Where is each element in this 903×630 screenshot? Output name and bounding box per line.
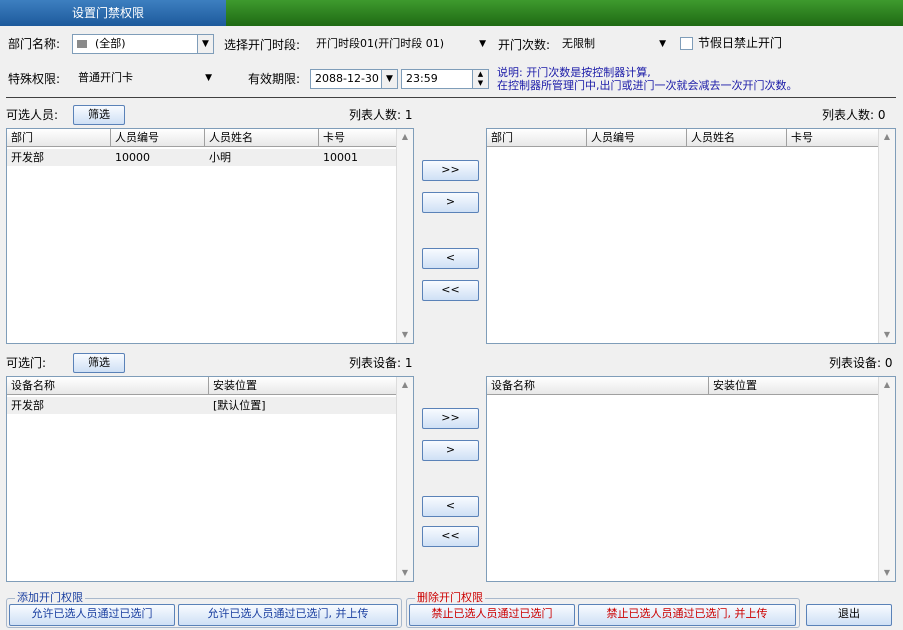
- chevron-down-icon[interactable]: ▼: [479, 32, 486, 56]
- expire-time-spinner[interactable]: 23:59 ▲ ▼: [401, 69, 489, 89]
- scroll-up-icon[interactable]: ▲: [397, 129, 413, 145]
- left-door-count: 列表设备: 1: [349, 356, 413, 370]
- dept-select[interactable]: (全部) ▼: [72, 34, 214, 54]
- special-value: 普通开门卡: [78, 71, 133, 84]
- door-move-all-left-button[interactable]: <<: [422, 526, 479, 547]
- col-location[interactable]: 安装位置: [209, 377, 397, 395]
- allow-upload-button[interactable]: 允许已选人员通过已选门, 并上传: [178, 604, 398, 626]
- add-group-title: 添加开门权限: [15, 591, 85, 605]
- move-all-left-button[interactable]: <<: [422, 280, 479, 301]
- del-group-title: 删除开门权限: [415, 591, 485, 605]
- folder-icon: [77, 40, 87, 48]
- people-target-list[interactable]: 部门 人员编号 人员姓名 卡号 ▲ ▼: [486, 128, 896, 344]
- door-move-all-right-button[interactable]: >>: [422, 408, 479, 429]
- chevron-down-icon[interactable]: ▼: [659, 32, 666, 56]
- table-row[interactable]: 开发部 10000 小明 10001: [7, 149, 397, 166]
- exit-button[interactable]: 退出: [806, 604, 892, 626]
- scroll-up-icon[interactable]: ▲: [879, 129, 895, 145]
- timeseg-label: 选择开门时段:: [224, 38, 301, 52]
- expire-label: 有效期限:: [248, 72, 301, 86]
- vertical-scrollbar[interactable]: ▲ ▼: [878, 377, 895, 581]
- col-emp-name[interactable]: 人员姓名: [205, 129, 319, 147]
- col-device-name[interactable]: 设备名称: [487, 377, 709, 395]
- people-source-list[interactable]: 部门 人员编号 人员姓名 卡号 开发部 10000 小明 10001 ▲ ▼: [6, 128, 414, 344]
- col-emp-no[interactable]: 人员编号: [587, 129, 687, 147]
- times-label: 开门次数:: [498, 38, 551, 52]
- col-emp-name[interactable]: 人员姓名: [687, 129, 787, 147]
- expire-time: 23:59: [406, 72, 438, 85]
- door-move-one-right-button[interactable]: >: [422, 440, 479, 461]
- deny-button[interactable]: 禁止已选人员通过已选门: [409, 604, 575, 626]
- expire-date-picker[interactable]: 2088-12-30 ▼: [310, 69, 398, 89]
- cell-dept: 开发部: [11, 151, 44, 164]
- divider: [6, 97, 896, 98]
- col-device-name[interactable]: 设备名称: [7, 377, 209, 395]
- col-emp-no[interactable]: 人员编号: [111, 129, 205, 147]
- holiday-label: 节假日禁止开门: [698, 36, 783, 50]
- move-one-left-button[interactable]: <: [422, 248, 479, 269]
- cell-emp-name: 小明: [209, 151, 231, 164]
- chevron-down-icon[interactable]: ▼: [381, 70, 397, 88]
- right-door-count: 列表设备: 0: [829, 356, 893, 370]
- scroll-down-icon[interactable]: ▼: [879, 327, 895, 343]
- available-doors-label: 可选门:: [6, 356, 47, 370]
- cell-location: [默认位置]: [213, 399, 266, 412]
- available-people-label: 可选人员:: [6, 108, 59, 122]
- right-people-count: 列表人数: 0: [822, 108, 886, 122]
- vertical-scrollbar[interactable]: ▲ ▼: [878, 129, 895, 343]
- note-line1: 说明: 开门次数是按控制器计算,: [497, 66, 651, 79]
- col-card-no[interactable]: 卡号: [787, 129, 879, 147]
- scroll-down-icon[interactable]: ▼: [397, 565, 413, 581]
- special-select[interactable]: 普通开门卡 ▼: [72, 66, 216, 90]
- door-target-list[interactable]: 设备名称 安装位置 ▲ ▼: [486, 376, 896, 582]
- left-people-count: 列表人数: 1: [349, 108, 413, 122]
- special-label: 特殊权限:: [8, 72, 61, 86]
- deny-upload-button[interactable]: 禁止已选人员通过已选门, 并上传: [578, 604, 796, 626]
- move-all-right-button[interactable]: >>: [422, 160, 479, 181]
- times-select[interactable]: 无限制 ▼: [556, 32, 670, 56]
- timeseg-select[interactable]: 开门时段01(开门时段 01) ▼: [310, 32, 490, 56]
- scroll-up-icon[interactable]: ▲: [397, 377, 413, 393]
- scroll-down-icon[interactable]: ▼: [397, 327, 413, 343]
- times-value: 无限制: [562, 37, 595, 50]
- holiday-checkbox[interactable]: [680, 37, 693, 50]
- door-source-list[interactable]: 设备名称 安装位置 开发部 [默认位置] ▲ ▼: [6, 376, 414, 582]
- timeseg-value: 开门时段01(开门时段 01): [316, 37, 445, 50]
- cell-card-no: 10001: [323, 151, 358, 164]
- cell-device-name: 开发部: [11, 399, 44, 412]
- col-card-no[interactable]: 卡号: [319, 129, 397, 147]
- cell-emp-no: 10000: [115, 151, 150, 164]
- col-location[interactable]: 安装位置: [709, 377, 879, 395]
- vertical-scrollbar[interactable]: ▲ ▼: [396, 377, 413, 581]
- scroll-down-icon[interactable]: ▼: [879, 565, 895, 581]
- dept-label: 部门名称:: [8, 37, 61, 51]
- col-dept[interactable]: 部门: [487, 129, 587, 147]
- chevron-down-icon[interactable]: ▼: [205, 66, 212, 90]
- dept-value: (全部): [95, 37, 126, 50]
- vertical-scrollbar[interactable]: ▲ ▼: [396, 129, 413, 343]
- filter-doors-button[interactable]: 筛选: [73, 353, 125, 373]
- chevron-down-icon[interactable]: ▼: [197, 35, 213, 53]
- scroll-up-icon[interactable]: ▲: [879, 377, 895, 393]
- filter-people-button[interactable]: 筛选: [73, 105, 125, 125]
- door-move-one-left-button[interactable]: <: [422, 496, 479, 517]
- allow-button[interactable]: 允许已选人员通过已选门: [9, 604, 175, 626]
- expire-date: 2088-12-30: [315, 72, 379, 85]
- spin-icon[interactable]: ▲ ▼: [472, 70, 488, 88]
- note-line2: 在控制器所管理门中,出门或进门一次就会减去一次开门次数。: [497, 79, 798, 92]
- table-row[interactable]: 开发部 [默认位置]: [7, 397, 397, 414]
- move-one-right-button[interactable]: >: [422, 192, 479, 213]
- window-tab[interactable]: 设置门禁权限: [0, 0, 226, 26]
- col-dept[interactable]: 部门: [7, 129, 111, 147]
